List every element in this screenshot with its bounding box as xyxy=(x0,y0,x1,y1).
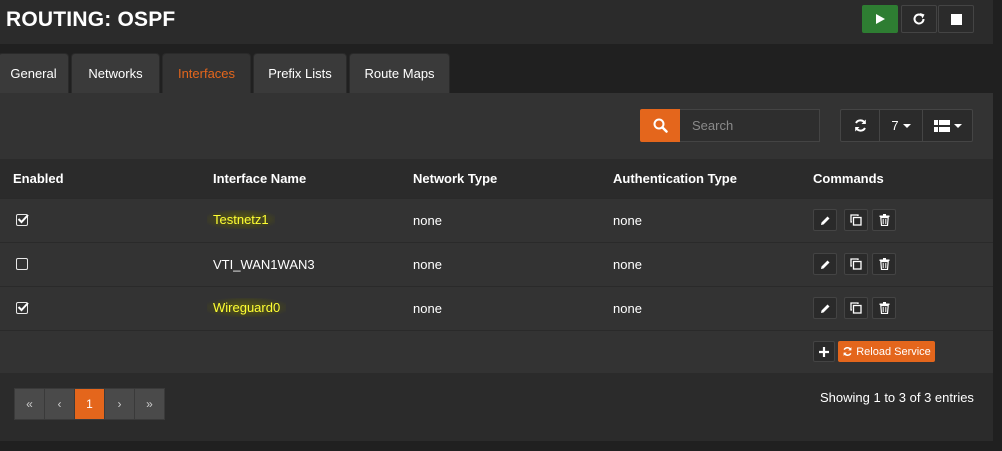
pencil-icon xyxy=(820,260,829,269)
pencil-icon xyxy=(820,304,829,313)
enabled-checkbox-unchecked[interactable] xyxy=(16,258,28,270)
add-button[interactable] xyxy=(813,341,835,362)
reload-service-button[interactable]: Reload Service xyxy=(838,341,935,362)
check-icon xyxy=(17,302,29,312)
copy-icon xyxy=(850,258,862,270)
table-row: VTI_WAN1WAN3 none none xyxy=(0,242,993,286)
refresh-button[interactable] xyxy=(840,109,880,142)
caret-down-icon xyxy=(902,123,911,128)
tab-networks[interactable]: Networks xyxy=(71,53,160,93)
delete-button[interactable] xyxy=(872,297,896,319)
trash-icon xyxy=(879,258,889,270)
column-selector-dropdown[interactable] xyxy=(922,109,973,142)
edit-button[interactable] xyxy=(813,253,837,275)
interface-name: Wireguard0 xyxy=(207,298,287,317)
column-header-enabled[interactable]: Enabled xyxy=(13,171,64,186)
refresh-icon xyxy=(843,347,852,356)
clone-button[interactable] xyxy=(844,253,868,275)
reload-service-label: Reload Service xyxy=(856,345,931,358)
table-row: Wireguard0 none none xyxy=(0,286,993,330)
column-header-interface-name[interactable]: Interface Name xyxy=(213,171,306,186)
table-header: Enabled Interface Name Network Type Auth… xyxy=(0,159,993,198)
tab-general[interactable]: General xyxy=(0,53,69,93)
entries-summary: Showing 1 to 3 of 3 entries xyxy=(820,390,974,405)
clone-button[interactable] xyxy=(844,297,868,319)
page-title: ROUTING: OSPF xyxy=(6,8,176,31)
copy-icon xyxy=(850,302,862,314)
refresh-icon xyxy=(854,119,866,132)
network-type: none xyxy=(413,257,442,272)
search-input[interactable] xyxy=(680,109,820,142)
page-first-button[interactable]: « xyxy=(14,388,45,420)
stop-service-button[interactable] xyxy=(938,5,974,33)
interface-name: VTI_WAN1WAN3 xyxy=(213,257,315,272)
clone-button[interactable] xyxy=(844,209,868,231)
restart-service-button[interactable] xyxy=(901,5,937,33)
plus-icon xyxy=(819,346,829,357)
column-header-network-type[interactable]: Network Type xyxy=(413,171,497,186)
page-header: ROUTING: OSPF xyxy=(0,0,993,44)
restart-icon xyxy=(913,13,925,25)
network-type: none xyxy=(413,301,442,316)
page-next-button[interactable]: › xyxy=(104,388,135,420)
columns-icon xyxy=(933,119,950,132)
check-icon xyxy=(17,214,29,224)
network-type: none xyxy=(413,213,442,228)
trash-icon xyxy=(879,214,889,226)
trash-icon xyxy=(879,302,889,314)
edit-button[interactable] xyxy=(813,297,837,319)
search-icon xyxy=(653,118,668,133)
authentication-type: none xyxy=(613,257,642,272)
enabled-checkbox-checked[interactable] xyxy=(16,302,29,314)
interface-name: Testnetz1 xyxy=(207,210,275,229)
delete-button[interactable] xyxy=(872,209,896,231)
delete-button[interactable] xyxy=(872,253,896,275)
copy-icon xyxy=(850,214,862,226)
caret-down-icon xyxy=(953,123,962,128)
page-1-button[interactable]: 1 xyxy=(74,388,105,420)
tab-route-maps[interactable]: Route Maps xyxy=(349,53,450,93)
play-icon xyxy=(876,14,885,24)
page-prev-button[interactable]: ‹ xyxy=(44,388,75,420)
authentication-type: none xyxy=(613,213,642,228)
enabled-checkbox-checked[interactable] xyxy=(16,214,29,226)
table-row: Testnetz1 none none xyxy=(0,198,993,242)
rows-per-page-dropdown[interactable]: 7 xyxy=(879,109,923,142)
tab-prefix-lists[interactable]: Prefix Lists xyxy=(253,53,347,93)
column-header-authentication-type[interactable]: Authentication Type xyxy=(613,171,737,186)
stop-icon xyxy=(950,13,962,25)
column-header-commands: Commands xyxy=(813,171,884,186)
search-button[interactable] xyxy=(640,109,680,142)
rows-per-page-value: 7 xyxy=(891,118,899,133)
start-service-button[interactable] xyxy=(862,5,898,33)
page-last-button[interactable]: » xyxy=(134,388,165,420)
edit-button[interactable] xyxy=(813,209,837,231)
pencil-icon xyxy=(820,216,829,225)
tab-interfaces[interactable]: Interfaces xyxy=(162,53,251,93)
authentication-type: none xyxy=(613,301,642,316)
